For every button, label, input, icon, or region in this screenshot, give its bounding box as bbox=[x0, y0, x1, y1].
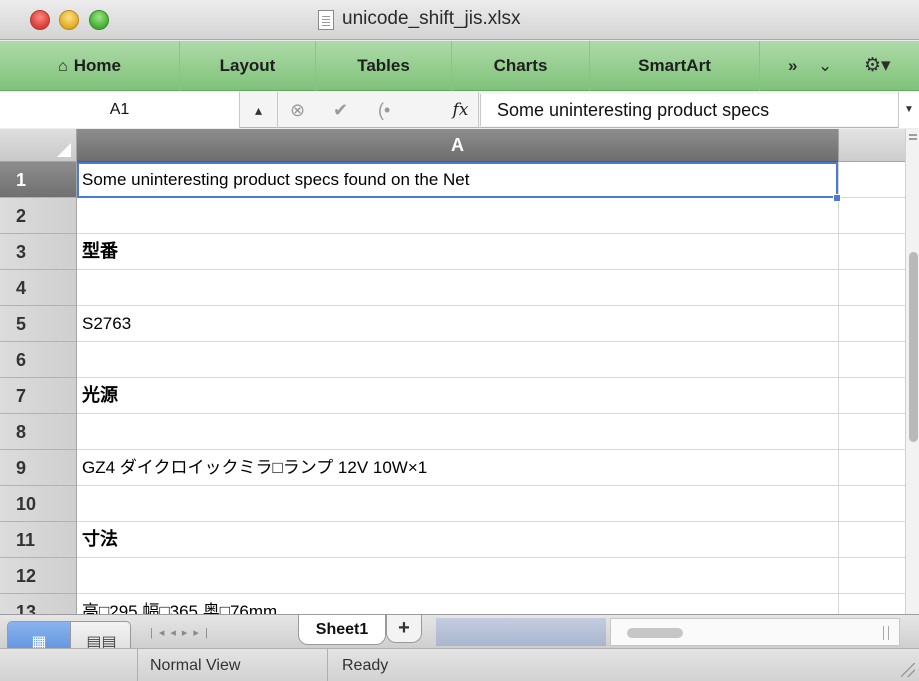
cell-a13[interactable]: 高□295 幅□365 奥□76mm bbox=[77, 594, 838, 614]
tab-home[interactable]: ⌂ Home bbox=[0, 41, 180, 91]
row-header-9[interactable]: 9 bbox=[0, 450, 77, 486]
tab-smartart[interactable]: SmartArt bbox=[590, 41, 760, 91]
row-header-8[interactable]: 8 bbox=[0, 414, 77, 450]
zoom-window-button[interactable] bbox=[89, 10, 109, 30]
cell-a9[interactable]: GZ4 ダイクロイックミラ□ランプ 12V 10W×1 bbox=[77, 450, 838, 486]
vertical-scroll-thumb[interactable] bbox=[909, 252, 918, 442]
cell-a3[interactable]: 型番 bbox=[77, 234, 838, 270]
name-box-stepper[interactable]: ▴ bbox=[240, 92, 278, 128]
cell-a8[interactable] bbox=[77, 414, 838, 450]
resize-grip-icon[interactable] bbox=[901, 663, 915, 677]
formula-input[interactable]: Some uninteresting product specs bbox=[480, 94, 898, 126]
cell-a1[interactable]: Some uninteresting product specs found o… bbox=[77, 162, 838, 198]
ribbon-tabs: ⌂ Home Layout Tables Charts SmartArt » ⌄ … bbox=[0, 41, 919, 91]
column-header-a[interactable]: A bbox=[77, 129, 838, 162]
cell-a4[interactable] bbox=[77, 270, 838, 306]
row-header-5[interactable]: 5 bbox=[0, 306, 77, 342]
sheet-tab-sheet1[interactable]: Sheet1 bbox=[298, 615, 386, 645]
close-window-button[interactable] bbox=[30, 10, 50, 30]
tab-charts[interactable]: Charts bbox=[452, 41, 590, 91]
row-header-12[interactable]: 12 bbox=[0, 558, 77, 594]
cell-a5[interactable]: S2763 bbox=[77, 306, 838, 342]
cell-b2[interactable] bbox=[838, 198, 905, 234]
cell-a2[interactable] bbox=[77, 198, 838, 234]
scroll-split-grip-icon[interactable] bbox=[883, 626, 889, 640]
horizontal-scroll-thumb[interactable] bbox=[627, 628, 683, 638]
row-header-4[interactable]: 4 bbox=[0, 270, 77, 306]
cell-a11[interactable]: 寸法 bbox=[77, 522, 838, 558]
sheet-bar: |◂◂▸▸| Sheet1 + bbox=[0, 614, 919, 648]
status-view-mode: Normal View bbox=[137, 649, 327, 681]
status-state: Ready bbox=[327, 649, 527, 681]
column-header-b[interactable] bbox=[838, 129, 905, 162]
cell-b5[interactable] bbox=[838, 306, 905, 342]
row-header-7[interactable]: 7 bbox=[0, 378, 77, 414]
row-header-3[interactable]: 3 bbox=[0, 234, 77, 270]
split-handle-icon[interactable] bbox=[906, 129, 919, 149]
formula-bar: A1 ▴ ⊗ ✔ (• fx Some uninteresting produc… bbox=[0, 92, 919, 128]
add-sheet-button[interactable]: + bbox=[386, 615, 422, 643]
row-header-10[interactable]: 10 bbox=[0, 486, 77, 522]
horizontal-scrollbar[interactable] bbox=[610, 618, 900, 646]
gear-icon[interactable]: ⚙▾ bbox=[864, 41, 891, 91]
status-bar: Normal View Ready bbox=[0, 648, 919, 681]
cell-b6[interactable] bbox=[838, 342, 905, 378]
tab-home-label: Home bbox=[73, 56, 121, 75]
sheet-navigation-arrows[interactable]: |◂◂▸▸| bbox=[150, 623, 272, 643]
cell-a7[interactable]: 光源 bbox=[77, 378, 838, 414]
home-icon: ⌂ bbox=[58, 58, 68, 75]
ribbon-overflow: » ⌄ ⚙▾ bbox=[760, 41, 919, 91]
confirm-icon[interactable]: ✔ bbox=[333, 92, 348, 128]
select-all-corner[interactable] bbox=[0, 129, 77, 162]
cell-b8[interactable] bbox=[838, 414, 905, 450]
tab-tables[interactable]: Tables bbox=[316, 41, 452, 91]
chevron-down-icon[interactable]: ⌄ bbox=[818, 41, 832, 91]
excel-window: unicode_shift_jis.xlsx ⌂ Home Layout Tabl… bbox=[0, 0, 919, 681]
cell-b11[interactable] bbox=[838, 522, 905, 558]
window-title: unicode_shift_jis.xlsx bbox=[342, 8, 521, 29]
cell-b7[interactable] bbox=[838, 378, 905, 414]
cell-b1[interactable] bbox=[838, 162, 905, 198]
cell-a6[interactable] bbox=[77, 342, 838, 378]
sheet-tab-spacer bbox=[436, 618, 606, 646]
cell-a12[interactable] bbox=[77, 558, 838, 594]
row-header-2[interactable]: 2 bbox=[0, 198, 77, 234]
cancel-icon[interactable]: ⊗ bbox=[290, 92, 305, 128]
minimize-window-button[interactable] bbox=[59, 10, 79, 30]
cell-b4[interactable] bbox=[838, 270, 905, 306]
cell-b13[interactable] bbox=[838, 594, 905, 614]
row-header-6[interactable]: 6 bbox=[0, 342, 77, 378]
ribbon-overflow-button[interactable]: » bbox=[788, 41, 797, 91]
insert-function-paren-icon: (• bbox=[378, 100, 391, 120]
formula-expand-icon[interactable]: ▼ bbox=[898, 92, 919, 128]
document-icon bbox=[318, 10, 334, 30]
cell-b10[interactable] bbox=[838, 486, 905, 522]
row-header-11[interactable]: 11 bbox=[0, 522, 77, 558]
vertical-scrollbar[interactable] bbox=[905, 129, 919, 614]
row-header-1[interactable]: 1 bbox=[0, 162, 77, 198]
fx-label[interactable]: fx bbox=[443, 92, 479, 128]
title-bar: unicode_shift_jis.xlsx bbox=[0, 0, 919, 40]
fill-handle[interactable] bbox=[833, 194, 841, 202]
name-box[interactable]: A1 bbox=[0, 92, 240, 128]
tab-layout[interactable]: Layout bbox=[180, 41, 316, 91]
row-header-13[interactable]: 13 bbox=[0, 594, 77, 614]
cell-b3[interactable] bbox=[838, 234, 905, 270]
cell-a10[interactable] bbox=[77, 486, 838, 522]
cell-b9[interactable] bbox=[838, 450, 905, 486]
spreadsheet-grid: A 1 Some uninteresting product specs foun… bbox=[0, 129, 905, 614]
cell-b12[interactable] bbox=[838, 558, 905, 594]
